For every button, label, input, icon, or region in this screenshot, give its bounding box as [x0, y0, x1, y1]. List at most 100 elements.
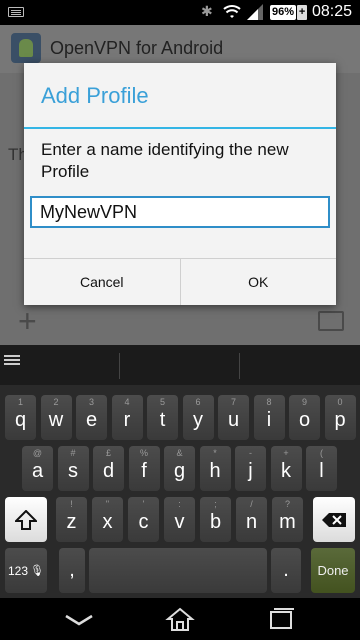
key-alt-label: +	[283, 448, 289, 458]
key-c[interactable]: ' c	[128, 497, 159, 542]
key-label: l	[319, 460, 324, 482]
key-alt-label: ;	[214, 499, 217, 509]
key-v[interactable]: :v	[164, 497, 195, 542]
key-h[interactable]: * h	[199, 446, 231, 491]
key-label: a	[31, 460, 44, 482]
key-label: z	[66, 511, 77, 533]
shift-key[interactable]	[5, 497, 47, 542]
ok-button[interactable]: OK	[179, 259, 337, 305]
key-a[interactable]: @ a	[22, 446, 53, 491]
profile-name-input[interactable]	[30, 196, 330, 228]
key-label: c	[138, 511, 149, 533]
key-label: m	[279, 511, 296, 533]
key-label: q	[14, 409, 27, 431]
soft-keyboard: 1 q 2 w 3 e 4 r 5 t 6 y 7 u 8 i 9 o 0 p @ a # s £ d% f & g * h - j + k(l! z…	[0, 345, 360, 598]
home-icon[interactable]	[165, 606, 195, 632]
key-alt-label: /	[250, 499, 253, 509]
key-alt-label: 7	[230, 397, 236, 407]
key-x[interactable]: " x	[92, 497, 123, 542]
key-r[interactable]: 4r	[111, 395, 143, 440]
key-alt-label: %	[139, 448, 148, 458]
key-label: j	[248, 460, 253, 482]
key-u[interactable]: 7u	[218, 395, 249, 440]
suggestion-divider	[239, 353, 240, 379]
key-alt-label: 1	[17, 397, 23, 407]
dialog-button-bar: Cancel OK	[24, 258, 336, 305]
keyboard-icon	[8, 7, 24, 17]
numbers-key-label: 123	[8, 563, 29, 578]
key-label: v	[174, 511, 185, 533]
key-w[interactable]: 2w	[40, 395, 72, 440]
key-alt-label: #	[70, 448, 76, 458]
key-alt-label: '	[142, 499, 145, 509]
key-alt-label: 2	[53, 397, 59, 407]
key-label: g	[173, 460, 186, 482]
key-y[interactable]: 6y	[182, 395, 214, 440]
period-key[interactable]: .	[271, 548, 301, 593]
key-m[interactable]: ? m	[272, 497, 303, 542]
app-title: OpenVPN for Android	[50, 38, 224, 58]
signal-icon	[247, 4, 263, 20]
key-n[interactable]: / n	[236, 497, 267, 542]
folder-icon	[318, 311, 344, 331]
key-l[interactable]: (l	[306, 446, 337, 491]
cancel-button[interactable]: Cancel	[24, 259, 180, 305]
backspace-key[interactable]	[313, 497, 355, 542]
key-b[interactable]: ; b	[200, 497, 231, 542]
key-g[interactable]: & g	[164, 446, 195, 491]
back-icon[interactable]	[64, 606, 94, 632]
key-label: h	[209, 460, 221, 482]
key-d[interactable]: £ d	[93, 446, 124, 491]
key-alt-label: 0	[337, 397, 343, 407]
bluetooth-icon: ✱	[201, 3, 213, 19]
key-alt-label: -	[249, 448, 252, 458]
period-key-label: .	[283, 559, 289, 581]
key-alt-label: 9	[301, 397, 307, 407]
key-label: y	[193, 409, 203, 431]
suggestion-divider	[119, 353, 120, 379]
key-j[interactable]: -j	[235, 446, 266, 491]
key-alt-label: "	[105, 499, 110, 509]
key-alt-label: 4	[124, 397, 130, 407]
keyboard-suggestion-bar	[0, 345, 360, 385]
key-z[interactable]: ! z	[56, 497, 87, 542]
key-label: n	[245, 511, 258, 533]
done-key[interactable]: Done	[311, 548, 355, 593]
key-label: d	[102, 460, 115, 482]
backspace-icon	[322, 512, 346, 527]
status-bar: ✱ 96% + 08:25	[0, 0, 360, 25]
key-alt-label: £	[105, 448, 111, 458]
comma-key[interactable]: ,	[59, 548, 85, 593]
dialog-title: Add Profile	[41, 83, 149, 108]
key-s[interactable]: # s	[57, 446, 89, 491]
shift-icon	[15, 509, 37, 530]
key-label: b	[209, 511, 222, 533]
navigation-bar	[0, 598, 360, 640]
dialog-message: Enter a name identifying the new Profile	[41, 140, 289, 181]
key-label: s	[68, 460, 78, 482]
battery-charging-plus: +	[297, 5, 308, 20]
key-k[interactable]: + k	[270, 446, 302, 491]
comma-key-label: ,	[69, 559, 75, 581]
app-logo-icon	[11, 33, 41, 63]
key-alt-label: *	[213, 448, 217, 458]
key-alt-label: 6	[195, 397, 201, 407]
key-t[interactable]: 5t	[147, 395, 178, 440]
numbers-key[interactable]: 123 🎙	[5, 548, 47, 593]
key-e[interactable]: 3e	[76, 395, 107, 440]
recent-apps-icon[interactable]	[266, 606, 296, 632]
key-i[interactable]: 8i	[253, 395, 285, 440]
key-o[interactable]: 9o	[289, 395, 320, 440]
key-p[interactable]: 0p	[324, 395, 356, 440]
key-label: r	[123, 409, 131, 431]
key-alt-label: ?	[284, 499, 290, 509]
key-alt-label: (	[320, 448, 323, 458]
key-label: o	[298, 409, 311, 431]
key-label: t	[159, 409, 166, 431]
wifi-icon	[223, 5, 241, 18]
key-f[interactable]: % f	[128, 446, 160, 491]
key-q[interactable]: 1q	[5, 395, 36, 440]
key-label: e	[85, 409, 98, 431]
keyboard-menu-icon[interactable]	[4, 355, 20, 369]
space-key[interactable]	[89, 548, 267, 593]
